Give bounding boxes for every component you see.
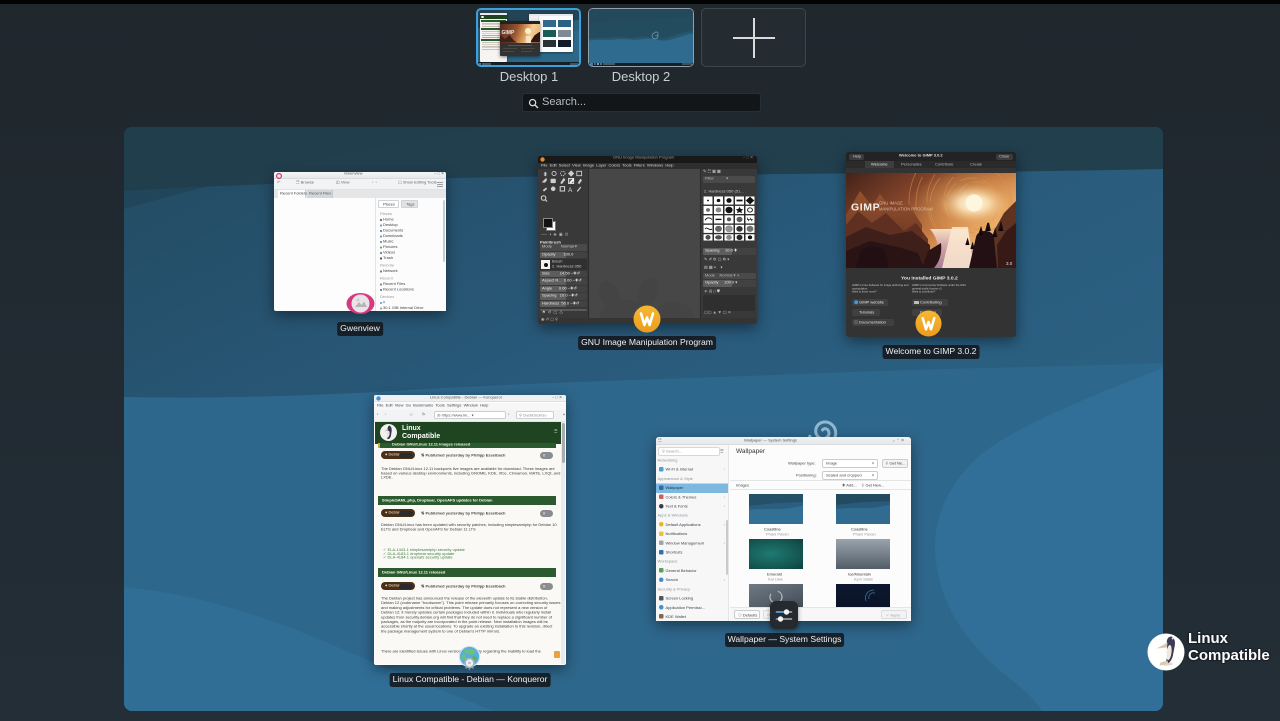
svg-text:A: A bbox=[568, 187, 573, 194]
svg-text:Compatible: Compatible bbox=[1188, 647, 1270, 664]
svg-text:Linux: Linux bbox=[1188, 630, 1229, 647]
svg-text:MANIPULATION PROGRAM: MANIPULATION PROGRAM bbox=[879, 207, 933, 212]
svg-text:3.0: 3.0 bbox=[1006, 261, 1013, 266]
svg-text:GIMP: GIMP bbox=[851, 202, 880, 214]
svg-text:GNU IMAGE: GNU IMAGE bbox=[879, 201, 903, 206]
